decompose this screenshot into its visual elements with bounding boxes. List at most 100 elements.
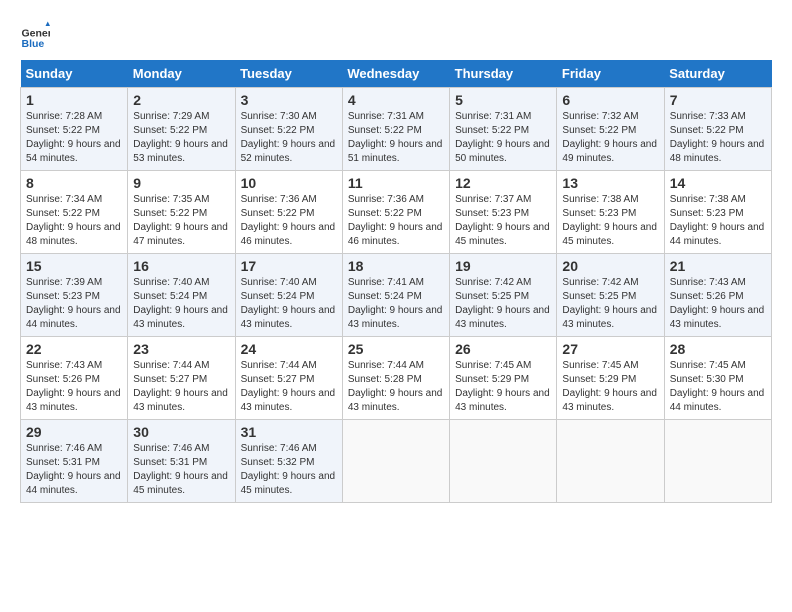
logo: General Blue: [20, 20, 54, 50]
week-row-1: 1Sunrise: 7:28 AMSunset: 5:22 PMDaylight…: [21, 88, 772, 171]
day-cell: 10 Sunrise: 7:36 AMSunset: 5:22 PMDayligh…: [235, 171, 342, 254]
day-cell: 5Sunrise: 7:31 AMSunset: 5:22 PMDaylight…: [450, 88, 557, 171]
day-number: 18: [348, 258, 444, 274]
week-row-5: 29 Sunrise: 7:46 AMSunset: 5:31 PMDayligh…: [21, 420, 772, 503]
day-number: 6: [562, 92, 658, 108]
day-number: 7: [670, 92, 766, 108]
day-info: Sunrise: 7:35 AMSunset: 5:22 PMDaylight:…: [133, 193, 229, 249]
header-saturday: Saturday: [664, 60, 771, 88]
day-info: Sunrise: 7:44 AMSunset: 5:27 PMDaylight:…: [241, 359, 337, 415]
day-info: Sunrise: 7:40 AMSunset: 5:24 PMDaylight:…: [133, 276, 229, 332]
day-cell: 20 Sunrise: 7:42 AMSunset: 5:25 PMDayligh…: [557, 254, 664, 337]
day-info: Sunrise: 7:39 AMSunset: 5:23 PMDaylight:…: [26, 276, 122, 332]
page-header: General Blue: [20, 20, 772, 50]
day-number: 22: [26, 341, 122, 357]
day-cell: 3 Sunrise: 7:30 AMSunset: 5:22 PMDaylight…: [235, 88, 342, 171]
day-info: Sunrise: 7:44 AMSunset: 5:28 PMDaylight:…: [348, 359, 444, 415]
day-number: 25: [348, 341, 444, 357]
day-cell: 29 Sunrise: 7:46 AMSunset: 5:31 PMDayligh…: [21, 420, 128, 503]
week-row-2: 8 Sunrise: 7:34 AMSunset: 5:22 PMDaylight…: [21, 171, 772, 254]
day-number: 26: [455, 341, 551, 357]
day-number: 28: [670, 341, 766, 357]
day-info: Sunrise: 7:44 AMSunset: 5:27 PMDaylight:…: [133, 359, 229, 415]
day-number: 8: [26, 175, 122, 191]
day-cell: 4 Sunrise: 7:31 AMSunset: 5:22 PMDaylight…: [342, 88, 449, 171]
day-cell: 9Sunrise: 7:35 AMSunset: 5:22 PMDaylight…: [128, 171, 235, 254]
header-thursday: Thursday: [450, 60, 557, 88]
day-cell: 27 Sunrise: 7:45 AMSunset: 5:29 PMDayligh…: [557, 337, 664, 420]
day-info: Sunrise: 7:34 AMSunset: 5:22 PMDaylight:…: [26, 193, 122, 249]
day-info: Sunrise: 7:29 AMSunset: 5:22 PMDaylight:…: [133, 110, 229, 166]
day-number: 10: [241, 175, 337, 191]
calendar-table: SundayMondayTuesdayWednesdayThursdayFrid…: [20, 60, 772, 503]
day-number: 21: [670, 258, 766, 274]
day-cell: [342, 420, 449, 503]
week-row-3: 15Sunrise: 7:39 AMSunset: 5:23 PMDayligh…: [21, 254, 772, 337]
day-number: 19: [455, 258, 551, 274]
day-info: Sunrise: 7:30 AMSunset: 5:22 PMDaylight:…: [241, 110, 337, 166]
day-info: Sunrise: 7:46 AMSunset: 5:31 PMDaylight:…: [133, 442, 229, 498]
day-cell: 6 Sunrise: 7:32 AMSunset: 5:22 PMDaylight…: [557, 88, 664, 171]
day-number: 24: [241, 341, 337, 357]
day-cell: 16 Sunrise: 7:40 AMSunset: 5:24 PMDayligh…: [128, 254, 235, 337]
day-info: Sunrise: 7:37 AMSunset: 5:23 PMDaylight:…: [455, 193, 551, 249]
header-row: SundayMondayTuesdayWednesdayThursdayFrid…: [21, 60, 772, 88]
day-cell: 21 Sunrise: 7:43 AMSunset: 5:26 PMDayligh…: [664, 254, 771, 337]
day-info: Sunrise: 7:45 AMSunset: 5:30 PMDaylight:…: [670, 359, 766, 415]
day-info: Sunrise: 7:28 AMSunset: 5:22 PMDaylight:…: [26, 110, 122, 166]
day-number: 27: [562, 341, 658, 357]
day-number: 16: [133, 258, 229, 274]
header-monday: Monday: [128, 60, 235, 88]
day-info: Sunrise: 7:38 AMSunset: 5:23 PMDaylight:…: [562, 193, 658, 249]
day-cell: 31 Sunrise: 7:46 AMSunset: 5:32 PMDayligh…: [235, 420, 342, 503]
day-cell: 2Sunrise: 7:29 AMSunset: 5:22 PMDaylight…: [128, 88, 235, 171]
day-number: 11: [348, 175, 444, 191]
day-cell: 22 Sunrise: 7:43 AMSunset: 5:26 PMDayligh…: [21, 337, 128, 420]
day-info: Sunrise: 7:31 AMSunset: 5:22 PMDaylight:…: [455, 110, 551, 166]
day-cell: 12Sunrise: 7:37 AMSunset: 5:23 PMDayligh…: [450, 171, 557, 254]
day-info: Sunrise: 7:42 AMSunset: 5:25 PMDaylight:…: [562, 276, 658, 332]
day-info: Sunrise: 7:40 AMSunset: 5:24 PMDaylight:…: [241, 276, 337, 332]
day-number: 31: [241, 424, 337, 440]
day-number: 20: [562, 258, 658, 274]
day-cell: 1Sunrise: 7:28 AMSunset: 5:22 PMDaylight…: [21, 88, 128, 171]
day-info: Sunrise: 7:45 AMSunset: 5:29 PMDaylight:…: [455, 359, 551, 415]
day-cell: 19 Sunrise: 7:42 AMSunset: 5:25 PMDayligh…: [450, 254, 557, 337]
day-number: 29: [26, 424, 122, 440]
day-info: Sunrise: 7:42 AMSunset: 5:25 PMDaylight:…: [455, 276, 551, 332]
week-row-4: 22 Sunrise: 7:43 AMSunset: 5:26 PMDayligh…: [21, 337, 772, 420]
day-info: Sunrise: 7:46 AMSunset: 5:31 PMDaylight:…: [26, 442, 122, 498]
day-cell: 14Sunrise: 7:38 AMSunset: 5:23 PMDayligh…: [664, 171, 771, 254]
day-info: Sunrise: 7:45 AMSunset: 5:29 PMDaylight:…: [562, 359, 658, 415]
day-cell: 18Sunrise: 7:41 AMSunset: 5:24 PMDayligh…: [342, 254, 449, 337]
day-info: Sunrise: 7:36 AMSunset: 5:22 PMDaylight:…: [348, 193, 444, 249]
day-info: Sunrise: 7:46 AMSunset: 5:32 PMDaylight:…: [241, 442, 337, 498]
day-info: Sunrise: 7:43 AMSunset: 5:26 PMDaylight:…: [670, 276, 766, 332]
calendar-header: SundayMondayTuesdayWednesdayThursdayFrid…: [21, 60, 772, 88]
day-number: 4: [348, 92, 444, 108]
calendar-body: 1Sunrise: 7:28 AMSunset: 5:22 PMDaylight…: [21, 88, 772, 503]
day-cell: 26 Sunrise: 7:45 AMSunset: 5:29 PMDayligh…: [450, 337, 557, 420]
day-info: Sunrise: 7:33 AMSunset: 5:22 PMDaylight:…: [670, 110, 766, 166]
header-wednesday: Wednesday: [342, 60, 449, 88]
day-number: 17: [241, 258, 337, 274]
day-cell: 8 Sunrise: 7:34 AMSunset: 5:22 PMDaylight…: [21, 171, 128, 254]
day-cell: 28 Sunrise: 7:45 AMSunset: 5:30 PMDayligh…: [664, 337, 771, 420]
day-number: 3: [241, 92, 337, 108]
day-number: 14: [670, 175, 766, 191]
day-cell: 17 Sunrise: 7:40 AMSunset: 5:24 PMDayligh…: [235, 254, 342, 337]
day-number: 23: [133, 341, 229, 357]
header-sunday: Sunday: [21, 60, 128, 88]
header-friday: Friday: [557, 60, 664, 88]
day-info: Sunrise: 7:32 AMSunset: 5:22 PMDaylight:…: [562, 110, 658, 166]
day-cell: 7 Sunrise: 7:33 AMSunset: 5:22 PMDaylight…: [664, 88, 771, 171]
day-cell: 15Sunrise: 7:39 AMSunset: 5:23 PMDayligh…: [21, 254, 128, 337]
day-info: Sunrise: 7:36 AMSunset: 5:22 PMDaylight:…: [241, 193, 337, 249]
day-info: Sunrise: 7:43 AMSunset: 5:26 PMDaylight:…: [26, 359, 122, 415]
header-tuesday: Tuesday: [235, 60, 342, 88]
day-cell: 24 Sunrise: 7:44 AMSunset: 5:27 PMDayligh…: [235, 337, 342, 420]
day-cell: 13Sunrise: 7:38 AMSunset: 5:23 PMDayligh…: [557, 171, 664, 254]
day-cell: 23 Sunrise: 7:44 AMSunset: 5:27 PMDayligh…: [128, 337, 235, 420]
day-info: Sunrise: 7:31 AMSunset: 5:22 PMDaylight:…: [348, 110, 444, 166]
day-cell: 25 Sunrise: 7:44 AMSunset: 5:28 PMDayligh…: [342, 337, 449, 420]
